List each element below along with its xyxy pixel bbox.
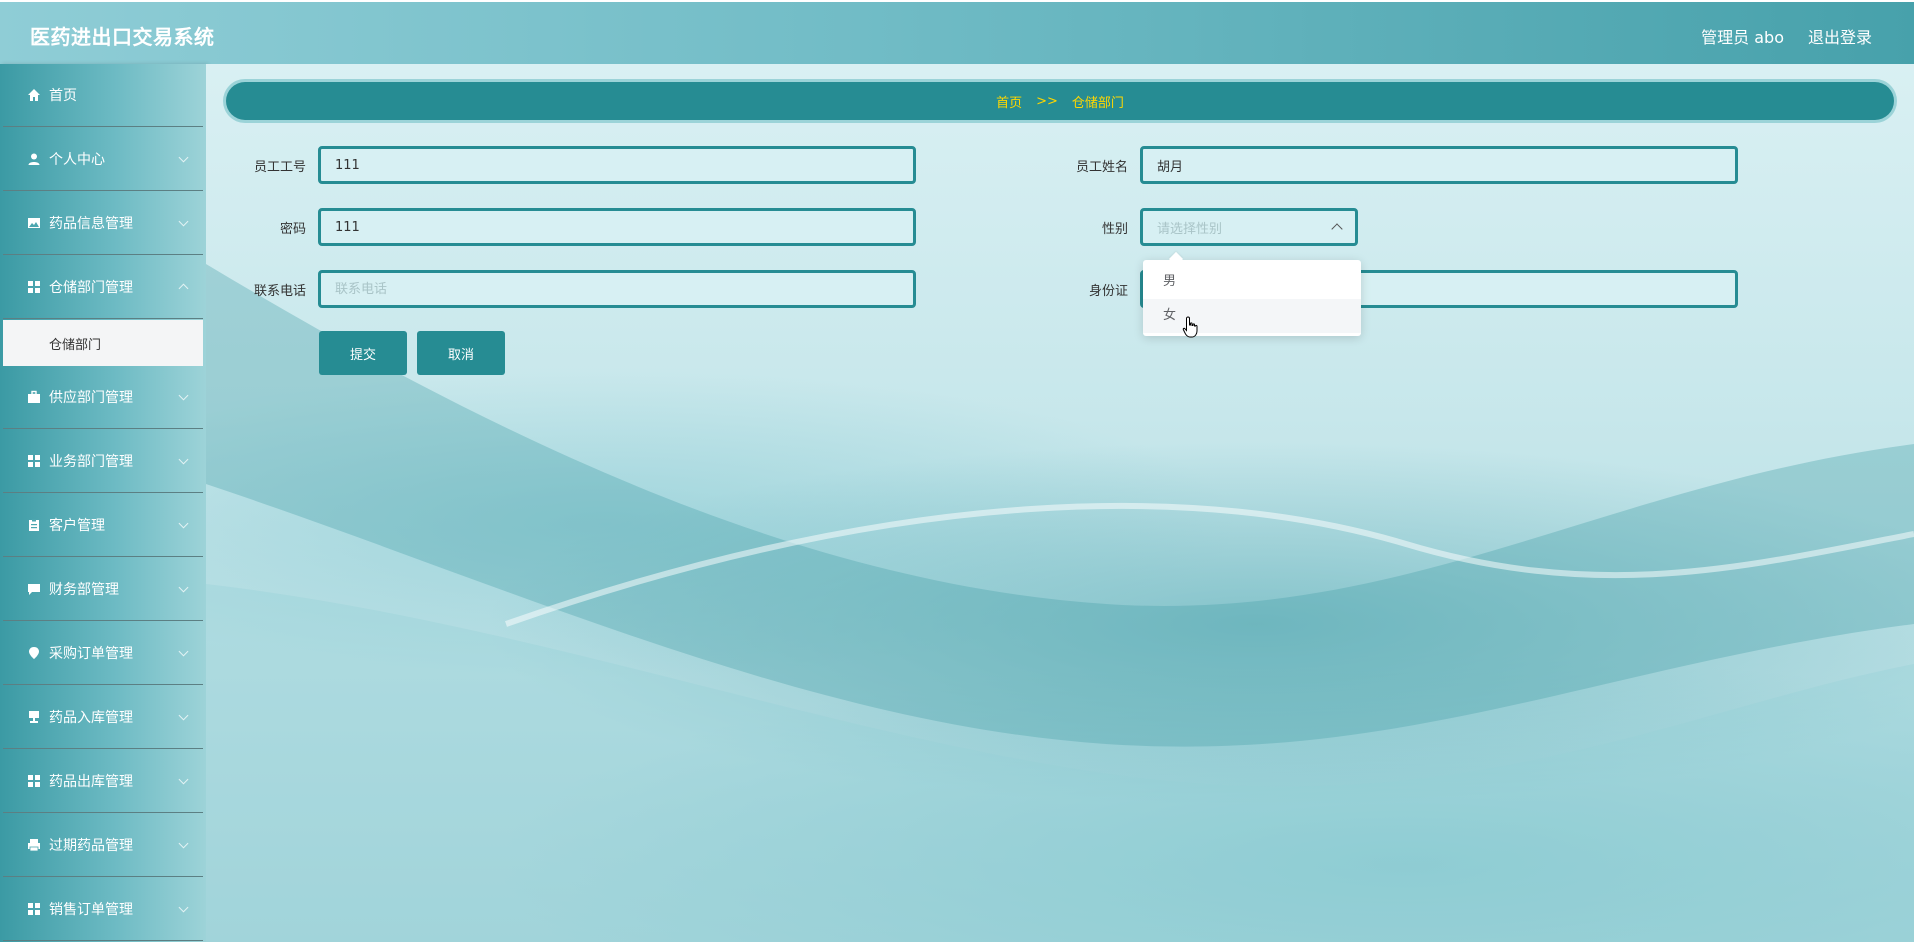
chevron-down-icon bbox=[178, 582, 189, 593]
sidebar-item-label: 业务部门管理 bbox=[49, 454, 133, 470]
current-user[interactable]: 管理员 abo bbox=[1701, 24, 1784, 48]
cancel-button[interactable]: 取消 bbox=[417, 331, 505, 375]
app-title: 医药进出口交易系统 bbox=[30, 25, 215, 49]
sidebar-item-label: 药品信息管理 bbox=[49, 216, 133, 232]
sidebar-item-finance-dept[interactable]: 财务部管理 bbox=[3, 558, 203, 621]
sidebar-item-label: 过期药品管理 bbox=[49, 838, 133, 854]
sidebar-item-label: 首页 bbox=[49, 88, 77, 104]
chevron-down-icon bbox=[178, 774, 189, 785]
grid-icon bbox=[28, 455, 40, 467]
chevron-down-icon bbox=[178, 710, 189, 721]
breadcrumb: 首页 >> 仓储部门 bbox=[226, 82, 1894, 120]
printer-icon bbox=[28, 839, 40, 852]
emp-no-label: 员工工号 bbox=[253, 159, 306, 175]
sidebar-item-drug-outbound[interactable]: 药品出库管理 bbox=[3, 750, 203, 813]
gender-field: 性别 请选择性别 bbox=[1028, 208, 1358, 246]
chevron-down-icon bbox=[178, 646, 189, 657]
emp-name-label: 员工姓名 bbox=[1075, 159, 1128, 175]
grid-icon bbox=[28, 775, 40, 787]
gender-select-placeholder: 请选择性别 bbox=[1157, 221, 1223, 237]
grid-icon bbox=[28, 281, 40, 293]
user-icon bbox=[28, 153, 40, 165]
chat-icon bbox=[28, 584, 40, 595]
phone-label: 联系电话 bbox=[253, 283, 306, 299]
sidebar-item-warehouse-dept[interactable]: 仓储部门管理 bbox=[3, 256, 203, 319]
chevron-down-icon bbox=[178, 838, 189, 849]
emp-name-field: 员工姓名 bbox=[1028, 146, 1738, 184]
sidebar-item-personal-center[interactable]: 个人中心 bbox=[3, 128, 203, 191]
breadcrumb-separator: >> bbox=[1036, 93, 1058, 109]
submit-button[interactable]: 提交 bbox=[319, 331, 407, 375]
sidebar-item-expired-drugs[interactable]: 过期药品管理 bbox=[3, 814, 203, 877]
chevron-down-icon bbox=[178, 902, 189, 913]
sidebar-item-supply-dept[interactable]: 供应部门管理 bbox=[3, 366, 203, 429]
password-field: 密码 bbox=[206, 208, 916, 246]
main-content: 首页 >> 仓储部门 员工工号 员工姓名 密码 性别 请选择性别 联系电话 身份… bbox=[206, 64, 1914, 942]
home-icon bbox=[28, 89, 40, 101]
image-icon bbox=[28, 218, 40, 228]
stamp-icon bbox=[29, 711, 39, 723]
gender-option-male[interactable]: 男 bbox=[1143, 265, 1361, 299]
chevron-down-icon bbox=[178, 518, 189, 529]
sidebar-item-purchase-orders[interactable]: 采购订单管理 bbox=[3, 622, 203, 685]
chevron-up-icon bbox=[178, 283, 189, 294]
top-header: 医药进出口交易系统 管理员 abo 退出登录 bbox=[0, 2, 1914, 64]
phone-input[interactable] bbox=[318, 270, 916, 308]
gender-option-female[interactable]: 女 bbox=[1143, 299, 1361, 333]
sidebar-item-label: 财务部管理 bbox=[49, 582, 119, 598]
breadcrumb-current: 仓储部门 bbox=[1071, 95, 1124, 111]
hand-cursor-icon bbox=[1182, 316, 1198, 338]
chevron-down-icon bbox=[178, 152, 189, 163]
sidebar-item-drug-inbound[interactable]: 药品入库管理 bbox=[3, 686, 203, 749]
sidebar-item-label: 仓储部门管理 bbox=[49, 280, 133, 296]
id-card-label: 身份证 bbox=[1088, 283, 1128, 299]
chevron-down-icon bbox=[178, 216, 189, 227]
gender-dropdown: 男 女 bbox=[1143, 260, 1361, 336]
sidebar-item-label: 采购订单管理 bbox=[49, 646, 133, 662]
sidebar-item-sales-orders[interactable]: 销售订单管理 bbox=[3, 878, 203, 941]
briefcase-icon bbox=[28, 390, 40, 403]
gender-label: 性别 bbox=[1101, 221, 1128, 237]
chevron-up-icon bbox=[1331, 223, 1343, 235]
chevron-down-icon bbox=[178, 390, 189, 401]
clipboard-icon bbox=[29, 519, 39, 531]
location-icon bbox=[29, 647, 39, 659]
sidebar: 首页 个人中心 药品信息管理 仓储部门管理 仓储部门 供应部门管理 业务部门管理… bbox=[0, 64, 206, 942]
emp-no-field: 员工工号 bbox=[206, 146, 916, 184]
sidebar-item-label: 药品入库管理 bbox=[49, 710, 133, 726]
gender-select[interactable]: 请选择性别 bbox=[1140, 208, 1358, 246]
sidebar-item-business-dept[interactable]: 业务部门管理 bbox=[3, 430, 203, 493]
background-wave bbox=[206, 264, 1914, 942]
sidebar-item-home[interactable]: 首页 bbox=[3, 64, 203, 127]
sidebar-subitem-warehouse[interactable]: 仓储部门 bbox=[3, 320, 203, 366]
password-label: 密码 bbox=[279, 221, 306, 237]
sidebar-item-label: 个人中心 bbox=[49, 152, 105, 168]
id-card-field: 身份证 bbox=[1028, 270, 1738, 308]
sidebar-item-customers[interactable]: 客户管理 bbox=[3, 494, 203, 557]
sidebar-item-label: 销售订单管理 bbox=[49, 902, 133, 918]
header-actions: 管理员 abo 退出登录 bbox=[1701, 24, 1872, 48]
grid-icon bbox=[28, 903, 40, 915]
logout-link[interactable]: 退出登录 bbox=[1808, 24, 1872, 48]
phone-field: 联系电话 bbox=[206, 270, 916, 308]
chevron-down-icon bbox=[178, 454, 189, 465]
sidebar-item-label: 供应部门管理 bbox=[49, 390, 133, 406]
sidebar-item-label: 客户管理 bbox=[49, 518, 105, 534]
sidebar-item-drug-info[interactable]: 药品信息管理 bbox=[3, 192, 203, 255]
breadcrumb-home-link[interactable]: 首页 bbox=[996, 92, 1022, 111]
emp-name-input[interactable] bbox=[1140, 146, 1738, 184]
password-input[interactable] bbox=[318, 208, 916, 246]
sidebar-item-label: 药品出库管理 bbox=[49, 774, 133, 790]
emp-no-input[interactable] bbox=[318, 146, 916, 184]
